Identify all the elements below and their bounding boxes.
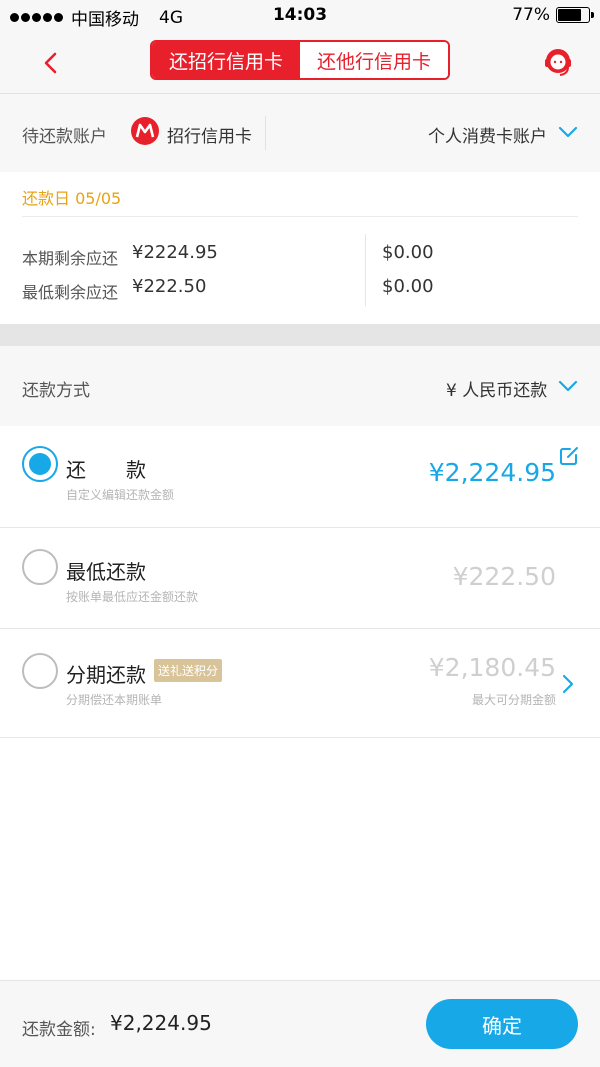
min-due-label: 最低剩余应还 xyxy=(22,283,119,302)
option-amount: ¥2,180.45 xyxy=(428,653,556,682)
repay-target-segmented-control: 还招行信用卡 还他行信用卡 xyxy=(150,40,450,80)
max-installment-label: 最大可分期金额 xyxy=(471,693,556,707)
repay-amount-total: ¥2,224.95 xyxy=(110,1011,212,1035)
due-date: 还款日 05/05 xyxy=(22,189,122,208)
option-subtitle: 自定义编辑还款金额 xyxy=(66,488,175,502)
due-summary: 还款日 05/05 本期剩余应还 ¥2224.95 最低剩余应还 ¥222.50… xyxy=(0,172,600,324)
repay-currency: ¥ 人民币还款 xyxy=(446,381,548,401)
min-due-usd: $0.00 xyxy=(382,276,434,297)
remaining-due-label: 本期剩余应还 xyxy=(22,249,119,268)
radio-min-repay[interactable] xyxy=(22,549,58,585)
option-title: 分期还款 xyxy=(66,663,146,687)
customer-service-icon[interactable] xyxy=(540,44,576,80)
tab-cmb-card[interactable]: 还招行信用卡 xyxy=(152,42,300,78)
divider xyxy=(365,234,366,306)
radio-full-repay[interactable] xyxy=(22,446,58,482)
nav-bar: 还招行信用卡 还他行信用卡 xyxy=(0,32,600,94)
chevron-right-icon[interactable] xyxy=(562,674,574,694)
repay-account-row[interactable]: 待还款账户 招行信用卡 个人消费卡账户 xyxy=(0,94,600,172)
radio-installment[interactable] xyxy=(22,653,58,689)
status-bar: 中国移动 4G 14:03 77% xyxy=(0,0,600,32)
repay-method-label: 还款方式 xyxy=(22,381,90,401)
confirm-button[interactable]: 确定 xyxy=(426,999,578,1049)
remaining-due-usd: $0.00 xyxy=(382,242,434,263)
option-subtitle: 按账单最低应还金额还款 xyxy=(66,590,199,604)
repay-method-row[interactable]: 还款方式 ¥ 人民币还款 xyxy=(0,346,600,426)
min-due-cny: ¥222.50 xyxy=(132,276,207,297)
account-type: 个人消费卡账户 xyxy=(428,127,547,147)
option-amount: ¥222.50 xyxy=(452,562,556,591)
bank-name: 招行信用卡 xyxy=(167,127,252,147)
option-installment[interactable]: 分期还款 送礼送积分 分期偿还本期账单 ¥2,180.45 最大可分期金额 xyxy=(0,629,600,738)
repay-account-label: 待还款账户 xyxy=(22,127,107,147)
edit-icon[interactable] xyxy=(559,446,579,466)
bottom-bar: 还款金额: ¥2,224.95 确定 xyxy=(0,980,600,1067)
tab-other-bank-card[interactable]: 还他行信用卡 xyxy=(300,42,448,78)
option-min-repay[interactable]: 最低还款 按账单最低应还金额还款 ¥222.50 xyxy=(0,528,600,629)
divider xyxy=(22,216,578,217)
section-gap xyxy=(0,324,600,346)
option-subtitle: 分期偿还本期账单 xyxy=(66,693,163,707)
option-full-repay[interactable]: 还 款 自定义编辑还款金额 ¥2,224.95 xyxy=(0,426,600,528)
option-title: 最低还款 xyxy=(66,560,146,584)
option-title: 还 款 xyxy=(66,458,146,482)
chevron-down-icon[interactable] xyxy=(558,380,578,392)
promo-badge: 送礼送积分 xyxy=(154,659,223,682)
battery-icon xyxy=(556,7,594,23)
battery-percent: 77% xyxy=(512,5,550,25)
chevron-down-icon[interactable] xyxy=(558,126,578,138)
remaining-due-cny: ¥2224.95 xyxy=(132,242,218,263)
clock: 14:03 xyxy=(272,5,328,25)
option-amount: ¥2,224.95 xyxy=(428,458,556,487)
cmb-logo-icon xyxy=(131,117,159,145)
divider xyxy=(265,116,266,150)
back-arrow-icon[interactable] xyxy=(36,48,66,78)
repay-amount-label: 还款金额: xyxy=(22,1020,96,1040)
